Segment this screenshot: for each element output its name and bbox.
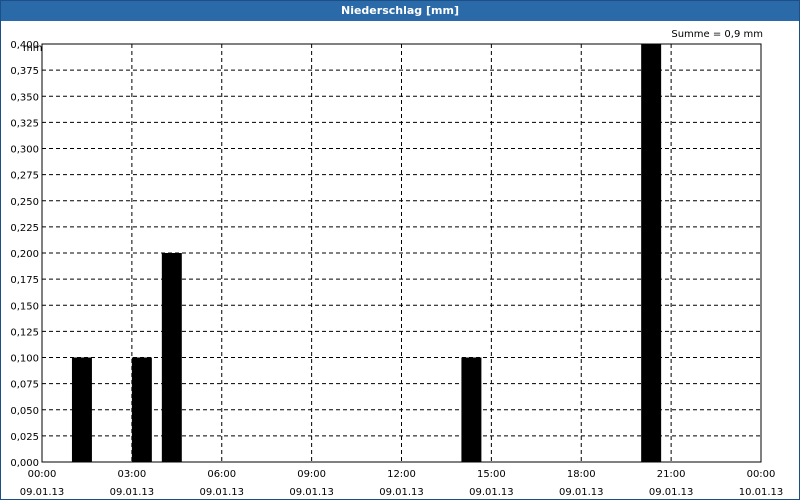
x-tick-date: 09.01.13 xyxy=(199,487,244,498)
precipitation-bar xyxy=(71,357,92,462)
y-tick-label: 0,275 xyxy=(10,171,39,182)
y-tick-label: 0,200 xyxy=(10,249,39,260)
y-tick-label: 0,125 xyxy=(10,327,39,338)
x-tick-date: 09.01.13 xyxy=(469,487,514,498)
y-tick-label: 0,075 xyxy=(10,380,39,391)
x-tick-time: 15:00 xyxy=(477,469,506,480)
y-tick-label: 0,250 xyxy=(10,197,39,208)
x-tick-time: 18:00 xyxy=(567,469,596,480)
precipitation-bar xyxy=(641,44,662,462)
y-tick-label: 0,150 xyxy=(10,301,39,312)
x-tick-date: 09.01.13 xyxy=(649,487,694,498)
y-tick-label: 0,400 xyxy=(10,40,39,51)
y-tick-label: 0,225 xyxy=(10,223,39,234)
x-tick-time: 03:00 xyxy=(117,469,146,480)
x-tick-time: 09:00 xyxy=(297,469,326,480)
x-tick-date: 09.01.13 xyxy=(20,487,65,498)
y-tick-label: 0,100 xyxy=(10,354,39,365)
y-tick-label: 0,300 xyxy=(10,145,39,156)
sum-annotation: Summe = 0,9 mm xyxy=(671,29,763,40)
x-tick-date: 10.01.13 xyxy=(739,487,784,498)
y-tick-label: 0,025 xyxy=(10,432,39,443)
x-tick-time: 06:00 xyxy=(207,469,236,480)
x-tick-time: 00:00 xyxy=(747,469,776,480)
x-tick-time: 12:00 xyxy=(387,469,416,480)
x-tick-date: 09.01.13 xyxy=(110,487,155,498)
y-tick-label: 0,050 xyxy=(10,406,39,417)
x-tick-labels: 00:00 09.01.13 03:00 09.01.13 06:00 09.01.13 0… xyxy=(20,469,784,498)
precipitation-bar xyxy=(461,357,482,462)
y-tick-labels: 0,000 0,025 0,050 0,075 0,100 0,125 0,150 0,175… xyxy=(10,40,39,469)
x-tick-time: 21:00 xyxy=(657,469,686,480)
x-tick-date: 09.01.13 xyxy=(289,487,334,498)
x-tick-date: 09.01.13 xyxy=(379,487,424,498)
precipitation-bar xyxy=(131,357,152,462)
y-tick-label: 0,375 xyxy=(10,66,39,77)
precipitation-chart: mm Summe = 0,9 mm 0,0000,0250,0500,0750,… xyxy=(10,29,784,498)
y-tick-label: 0,350 xyxy=(10,92,39,103)
precipitation-bar xyxy=(161,253,182,462)
x-tick-time: 00:00 xyxy=(28,469,57,480)
y-tick-label: 0,175 xyxy=(10,275,39,286)
x-tick-date: 09.01.13 xyxy=(559,487,604,498)
y-tick-label: 0,000 xyxy=(10,458,39,469)
y-tick-label: 0,325 xyxy=(10,118,39,129)
chart-window: Niederschlag [mm] mm Summe = 0,9 mm 0,00… xyxy=(0,0,800,500)
